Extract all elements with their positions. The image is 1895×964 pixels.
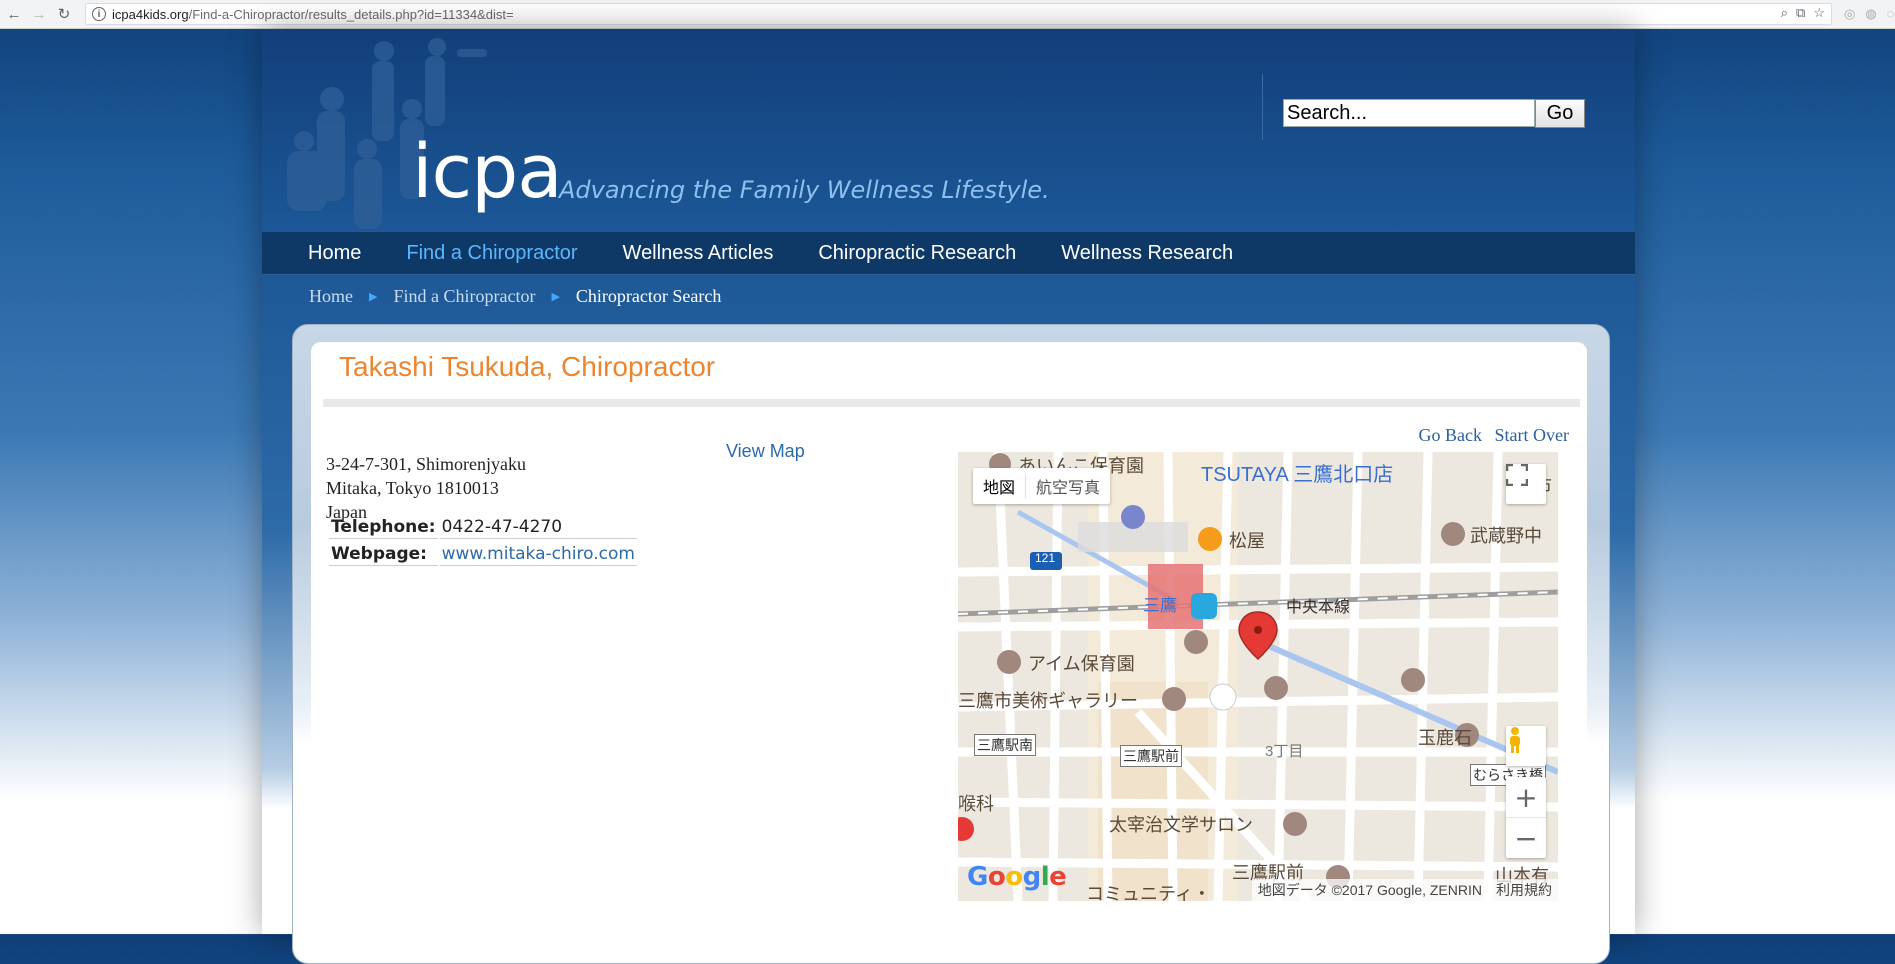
zoom-control: + − bbox=[1506, 777, 1546, 858]
zoom-out-button[interactable]: − bbox=[1506, 818, 1546, 858]
title-divider bbox=[323, 399, 1580, 407]
start-over-link[interactable]: Start Over bbox=[1495, 425, 1569, 445]
webpage-label: Webpage: bbox=[329, 543, 438, 566]
search-go-button[interactable]: Go bbox=[1535, 99, 1585, 128]
map-label: アイム保育園 bbox=[1028, 654, 1135, 674]
breadcrumb: Home ▶ Find a Chiropractor ▶ Chiropracto… bbox=[309, 286, 721, 307]
url-host: icpa4kids.org bbox=[112, 6, 189, 22]
map-label: 三鷹駅前 bbox=[1120, 745, 1182, 767]
address-bar[interactable]: i icpa4kids.org/Find-a-Chiropractor/resu… bbox=[85, 3, 1832, 25]
url-path: /Find-a-Chiropractor/results_details.php… bbox=[188, 6, 514, 22]
fullscreen-icon[interactable] bbox=[1506, 464, 1546, 504]
back-icon[interactable]: ← bbox=[3, 3, 25, 25]
breadcrumb-arrow-icon: ▶ bbox=[551, 291, 560, 303]
webpage-link[interactable]: www.mitaka-chiro.com bbox=[442, 544, 635, 564]
result-nav-links: Go Back Start Over bbox=[1411, 425, 1569, 446]
nav-wellness-research[interactable]: Wellness Research bbox=[1061, 242, 1233, 265]
map-label: 三鷹駅南 bbox=[974, 734, 1036, 756]
address-line: Mitaka, Tokyo 1810013 bbox=[326, 478, 499, 498]
map-attribution: 地図データ ©2017 Google, ZENRIN 利用規約 bbox=[1251, 879, 1558, 901]
translate-icon[interactable]: ⧉ bbox=[1796, 5, 1805, 21]
map-data-credit: 地図データ ©2017 Google, ZENRIN bbox=[1257, 882, 1482, 898]
page-title: Takashi Tsukuda, Chiropractor bbox=[339, 351, 716, 382]
extension-icon[interactable]: ◍ bbox=[1865, 6, 1876, 22]
map-label: 三鷹市美術ギャラリー bbox=[958, 691, 1138, 711]
map-label: 玉鹿石 bbox=[1418, 728, 1472, 748]
browser-toolbar: ← → ↻ i icpa4kids.org/Find-a-Chiropracto… bbox=[0, 0, 1895, 29]
tagline: Advancing the Family Wellness Lifestyle. bbox=[559, 176, 1050, 204]
address-line: 3-24-7-301, Shimorenjyaku bbox=[326, 454, 526, 474]
map-label: 武蔵野中 bbox=[1470, 526, 1542, 546]
map-type-control: 地図 航空写真 bbox=[973, 468, 1111, 504]
main-nav: Home Find a Chiropractor Wellness Articl… bbox=[262, 232, 1635, 275]
site-header: icpa Advancing the Family Wellness Lifes… bbox=[262, 29, 1635, 232]
nav-chiropractic-research[interactable]: Chiropractic Research bbox=[818, 242, 1016, 265]
map-label: TSUTAYA 三鷹北口店 bbox=[1201, 464, 1394, 486]
nav-find-a-chiropractor[interactable]: Find a Chiropractor bbox=[406, 242, 577, 265]
table-row: Telephone: 0422-47-4270 bbox=[329, 516, 637, 539]
contact-table: Telephone: 0422-47-4270 Webpage: www.mit… bbox=[327, 512, 639, 570]
icpa-logo[interactable]: icpa bbox=[412, 129, 563, 215]
view-map-link[interactable]: View Map bbox=[726, 441, 805, 462]
nav-home[interactable]: Home bbox=[308, 242, 361, 265]
divider bbox=[1262, 74, 1263, 140]
bookmark-star-icon[interactable]: ☆ bbox=[1813, 5, 1825, 21]
street-view-pegman-icon[interactable] bbox=[1506, 726, 1546, 766]
map-label: 3丁目 bbox=[1265, 743, 1304, 760]
breadcrumb-home[interactable]: Home bbox=[309, 286, 353, 307]
zoom-icon[interactable]: ⌕ bbox=[1781, 5, 1788, 21]
extension-icon[interactable]: ◌ bbox=[1887, 6, 1895, 22]
search-input[interactable] bbox=[1283, 99, 1535, 127]
telephone-value: 0422-47-4270 bbox=[439, 516, 637, 539]
map-terms-link[interactable]: 利用規約 bbox=[1496, 880, 1552, 900]
map-label: 太宰治文学サロン bbox=[1109, 815, 1253, 835]
google-map[interactable]: あいんこ保育園 TSUTAYA 三鷹北口店 松屋 武蔵野中 野市 三鷹 中央本線… bbox=[958, 452, 1558, 901]
map-type-map-button[interactable]: 地図 bbox=[973, 474, 1025, 498]
map-label: コミュニティ・ bbox=[1086, 884, 1211, 901]
map-type-satellite-button[interactable]: 航空写真 bbox=[1025, 474, 1110, 498]
info-icon[interactable]: i bbox=[92, 7, 106, 21]
table-row: Webpage: www.mitaka-chiro.com bbox=[329, 543, 637, 566]
forward-icon[interactable]: → bbox=[28, 3, 50, 25]
map-label: 松屋 bbox=[1229, 531, 1265, 551]
reload-icon[interactable]: ↻ bbox=[53, 3, 75, 25]
route-121-label: 121 bbox=[1035, 551, 1056, 565]
map-label: 喉科 bbox=[958, 794, 994, 814]
zoom-in-button[interactable]: + bbox=[1506, 777, 1546, 818]
go-back-link[interactable]: Go Back bbox=[1419, 425, 1482, 445]
map-canvas[interactable] bbox=[958, 452, 1558, 901]
map-label: 中央本線 bbox=[1286, 599, 1351, 616]
telephone-label: Telephone: bbox=[329, 517, 438, 539]
nav-wellness-articles[interactable]: Wellness Articles bbox=[623, 242, 774, 265]
map-label: 三鷹 bbox=[1143, 596, 1177, 615]
google-logo[interactable]: Google bbox=[967, 862, 1067, 892]
breadcrumb-arrow-icon: ▶ bbox=[369, 291, 378, 303]
extension-icon[interactable]: ◎ bbox=[1844, 6, 1855, 22]
breadcrumb-find-a-chiropractor[interactable]: Find a Chiropractor bbox=[393, 286, 535, 307]
breadcrumb-current: Chiropractor Search bbox=[575, 286, 722, 306]
